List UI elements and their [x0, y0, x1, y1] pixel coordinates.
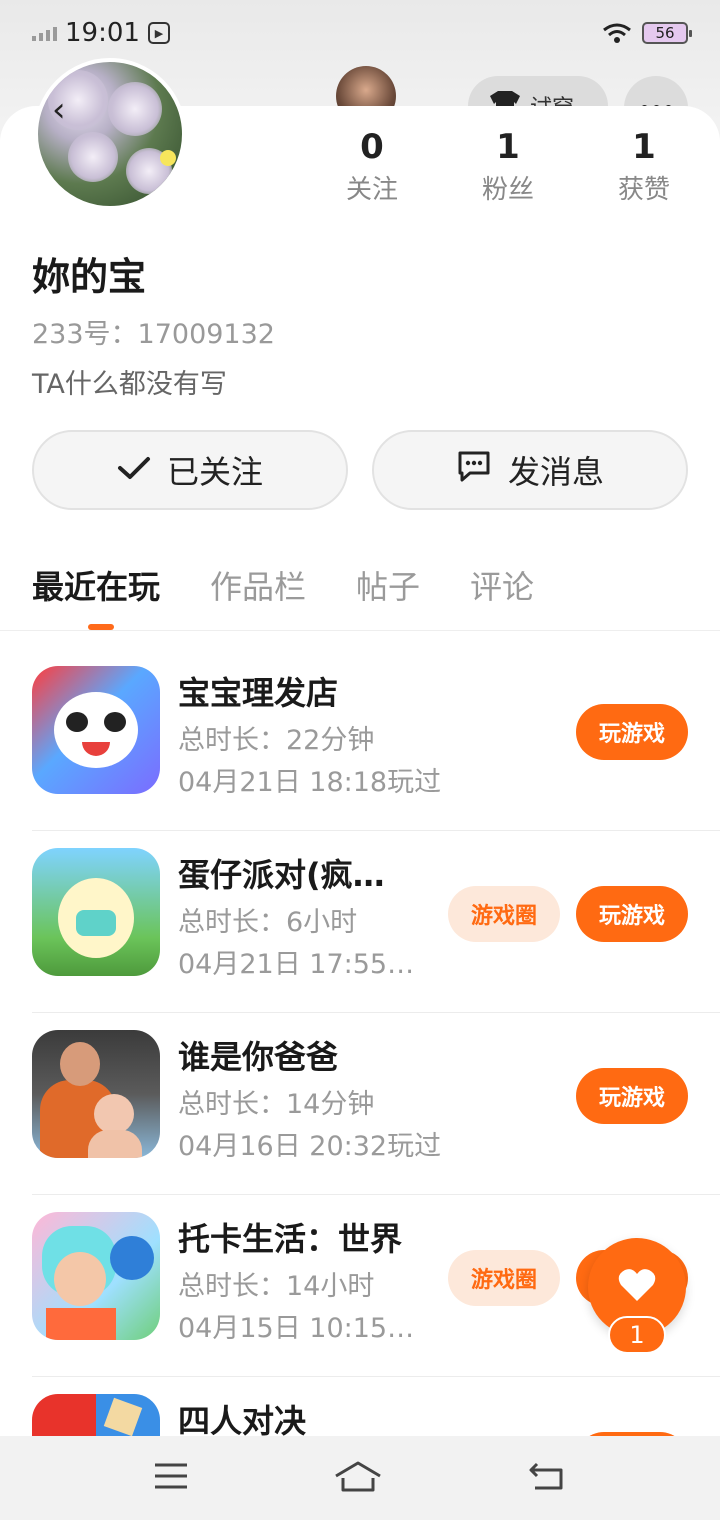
message-label: 发消息 — [507, 453, 604, 491]
wifi-icon — [602, 22, 632, 44]
play-game-button[interactable]: 玩游戏 — [576, 704, 688, 760]
tab-label: 最近在玩 — [32, 568, 161, 606]
game-last-played: 04月21日 18:18玩过 — [178, 767, 442, 798]
stat-value: 0 — [360, 127, 384, 167]
heart-icon — [617, 1267, 657, 1307]
tab-recently-played[interactable]: 最近在玩 — [32, 562, 161, 630]
stat-value: 1 — [632, 127, 656, 167]
game-icon-whos-your-daddy[interactable] — [32, 1030, 160, 1158]
chat-bubble-icon — [456, 449, 492, 491]
user-id: 233号：17009132 — [32, 319, 275, 350]
home-icon[interactable] — [334, 1460, 382, 1496]
tab-works[interactable]: 作品栏 — [210, 562, 306, 622]
tab-label: 帖子 — [356, 568, 421, 606]
play-game-button[interactable]: 玩游戏 — [576, 1068, 688, 1124]
game-title: 蛋仔派对(疯… — [178, 856, 385, 894]
game-last-played: 04月15日 10:15… — [178, 1313, 415, 1344]
followed-button[interactable]: 已关注 — [32, 430, 348, 510]
game-title: 宝宝理发店 — [178, 674, 339, 712]
tab-label: 作品栏 — [210, 568, 307, 606]
tab-posts[interactable]: 帖子 — [356, 562, 420, 622]
game-duration: 总时长：14小时 — [178, 1271, 375, 1302]
game-last-played: 04月16日 20:32玩过 — [178, 1131, 442, 1162]
tab-comments[interactable]: 评论 — [470, 562, 534, 622]
signal-icon — [32, 25, 57, 41]
menu-icon[interactable] — [153, 1462, 189, 1494]
game-title: 谁是你爸爸 — [178, 1038, 339, 1076]
stats-row: 0 关注 1 粉丝 1 获赞 — [0, 124, 720, 224]
stat-likes[interactable]: 1 获赞 — [594, 124, 694, 210]
like-count-badge: 1 — [608, 1316, 666, 1354]
stat-label: 获赞 — [617, 175, 670, 205]
back-nav-icon[interactable] — [527, 1460, 567, 1496]
game-duration: 总时长：22分钟 — [178, 725, 375, 756]
game-circle-button[interactable]: 游戏圈 — [448, 1250, 560, 1306]
game-last-played: 04月21日 17:55… — [178, 949, 415, 980]
check-icon — [117, 451, 151, 489]
bio: TA什么都没有写 — [32, 369, 227, 400]
game-title: 托卡生活：世界 — [178, 1220, 403, 1258]
play-game-button[interactable]: 玩游戏 — [576, 886, 688, 942]
game-icon-toca-life-world[interactable] — [32, 1212, 160, 1340]
game-row[interactable]: 宝宝理发店 总时长：22分钟 04月21日 18:18玩过 玩游戏 — [0, 648, 720, 830]
tab-label: 评论 — [470, 568, 535, 606]
stat-value: 1 — [496, 127, 520, 167]
battery-level: 56 — [655, 24, 675, 42]
game-circle-button[interactable]: 游戏圈 — [448, 886, 560, 942]
status-bar: 19:01 ▶ 56 — [0, 0, 720, 66]
tabs-divider — [0, 630, 720, 631]
stat-following[interactable]: 0 关注 — [322, 124, 422, 210]
battery-icon: 56 — [642, 22, 692, 44]
game-duration: 总时长：14分钟 — [178, 1089, 375, 1120]
stat-label: 关注 — [345, 175, 398, 205]
stat-followers[interactable]: 1 粉丝 — [458, 124, 558, 210]
game-row[interactable]: 蛋仔派对(疯… 总时长：6小时 04月21日 17:55… 游戏圈 玩游戏 — [0, 830, 720, 1012]
status-time: 19:01 — [65, 18, 140, 48]
game-icon-eggy-party[interactable] — [32, 848, 160, 976]
profile-tabs: 最近在玩 作品栏 帖子 评论 — [32, 562, 692, 632]
back-icon[interactable]: ‹ — [52, 90, 66, 130]
game-row[interactable]: 谁是你爸爸 总时长：14分钟 04月16日 20:32玩过 玩游戏 — [0, 1012, 720, 1194]
nickname: 妳的宝 — [32, 255, 147, 299]
game-duration: 总时长：6小时 — [178, 907, 358, 938]
system-nav-bar — [0, 1436, 720, 1520]
followed-label: 已关注 — [166, 453, 263, 491]
screen-record-icon: ▶ — [147, 22, 170, 44]
stat-label: 粉丝 — [481, 175, 534, 205]
game-icon-baby-barber[interactable] — [32, 666, 160, 794]
message-button[interactable]: 发消息 — [372, 430, 688, 510]
recent-games-list: 宝宝理发店 总时长：22分钟 04月21日 18:18玩过 玩游戏 蛋仔派对(疯… — [0, 648, 720, 1520]
